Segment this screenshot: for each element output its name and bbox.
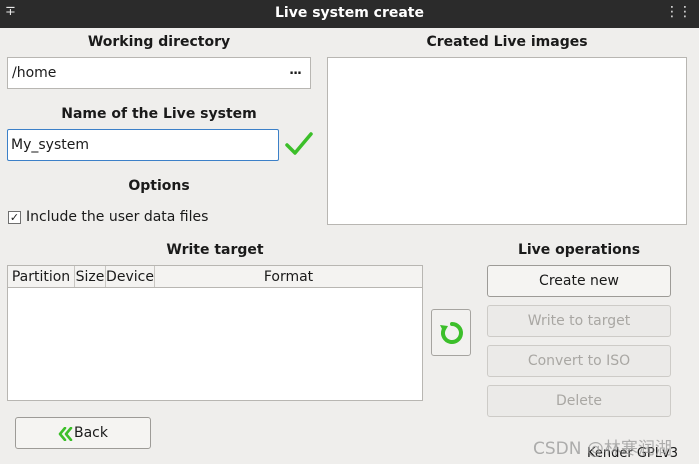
refresh-button[interactable] bbox=[431, 309, 471, 356]
live-name-input[interactable] bbox=[7, 129, 279, 161]
column-format[interactable]: Format bbox=[155, 269, 422, 285]
live-operations-heading: Live operations bbox=[517, 242, 641, 258]
back-button-label: Back bbox=[74, 425, 108, 441]
create-new-button[interactable]: Create new bbox=[487, 265, 671, 297]
column-size[interactable]: Size bbox=[75, 269, 105, 285]
working-directory-field[interactable]: /home ... bbox=[7, 57, 311, 89]
created-images-heading: Created Live images bbox=[426, 34, 588, 50]
created-images-list[interactable] bbox=[327, 57, 687, 225]
write-to-target-button[interactable]: Write to target bbox=[487, 305, 671, 337]
table-header: Partition Size Device Format bbox=[8, 266, 422, 288]
column-device[interactable]: Device bbox=[106, 269, 154, 285]
window-menu-icon[interactable]: ⋮⋮ bbox=[665, 4, 692, 20]
back-button[interactable]: Back bbox=[15, 417, 151, 449]
working-directory-heading: Working directory bbox=[87, 34, 231, 50]
checkmark-icon bbox=[285, 131, 313, 161]
window-title: Live system create bbox=[275, 5, 424, 21]
delete-button[interactable]: Delete bbox=[487, 385, 671, 417]
options-heading: Options bbox=[128, 178, 190, 194]
title-bar[interactable]: ∓ Live system create ⋮⋮ bbox=[0, 0, 699, 28]
column-partition[interactable]: Partition bbox=[8, 269, 74, 285]
live-name-heading: Name of the Live system bbox=[61, 106, 257, 122]
refresh-icon bbox=[440, 322, 463, 344]
write-target-heading: Write target bbox=[166, 242, 264, 258]
include-user-data-label[interactable]: Include the user data files bbox=[26, 209, 208, 225]
browse-button[interactable]: ... bbox=[289, 63, 302, 78]
write-target-table[interactable]: Partition Size Device Format bbox=[7, 265, 423, 401]
include-user-data-checkbox[interactable]: ✓ bbox=[8, 211, 21, 224]
double-chevron-left-icon bbox=[58, 427, 73, 441]
working-directory-value: /home bbox=[12, 65, 57, 81]
watermark: CSDN @林寒润湖 bbox=[533, 439, 672, 459]
convert-to-iso-button[interactable]: Convert to ISO bbox=[487, 345, 671, 377]
